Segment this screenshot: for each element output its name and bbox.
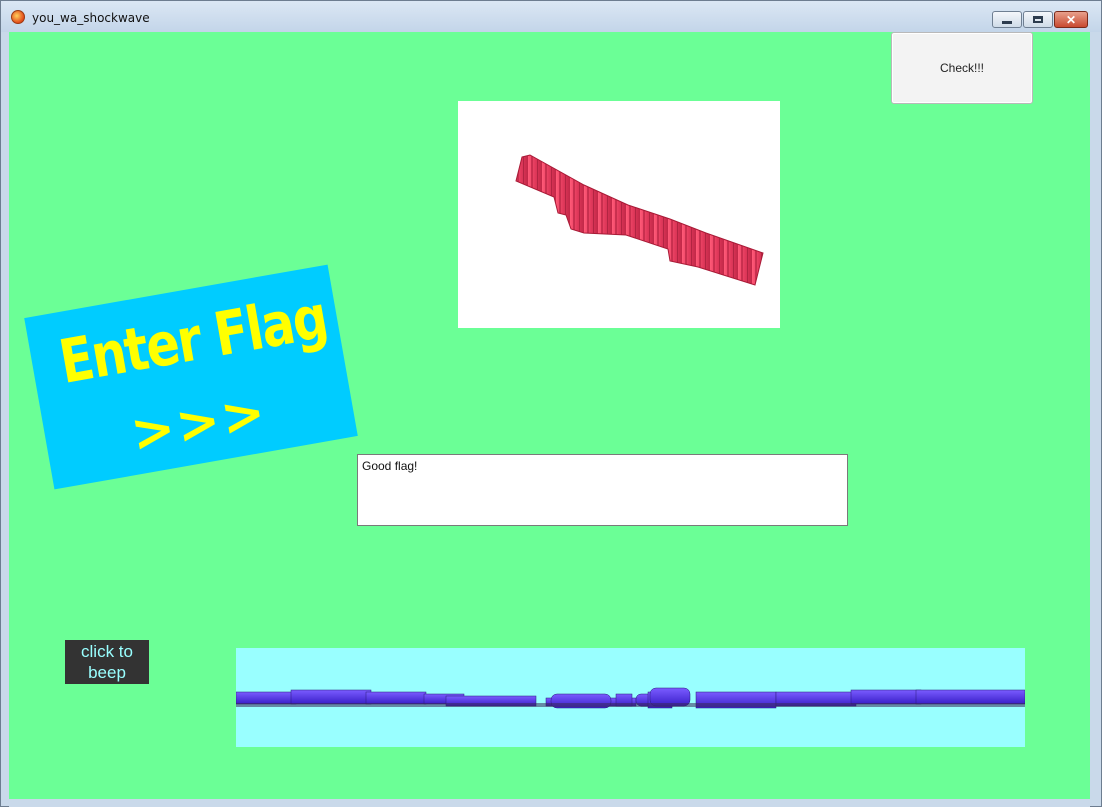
close-button[interactable]: ✕	[1054, 11, 1088, 28]
minimize-button[interactable]	[992, 11, 1022, 28]
title-bar[interactable]: you_wa_shockwave ✕	[1, 1, 1101, 32]
beep-label-line2: beep	[88, 663, 126, 682]
window-title: you_wa_shockwave	[32, 11, 150, 25]
blue-3d-text-strip	[236, 648, 1025, 747]
beep-button[interactable]: click to beep	[65, 640, 149, 684]
maximize-button[interactable]	[1023, 11, 1053, 28]
app-window: you_wa_shockwave ✕ Check!!! Enter Flag >…	[0, 0, 1102, 807]
enter-flag-banner: Enter Flag >>>	[24, 264, 358, 490]
shockwave-app-icon	[11, 10, 25, 24]
maximize-icon	[1024, 12, 1052, 27]
blue-3d-text-graphic	[236, 687, 1025, 709]
close-icon: ✕	[1065, 12, 1077, 27]
3d-sprite-viewport	[458, 101, 780, 328]
red-3d-sprite	[515, 154, 764, 286]
minimize-icon	[993, 12, 1021, 27]
flag-input-field[interactable]: Good flag!	[357, 454, 848, 526]
beep-label-line1: click to	[81, 642, 133, 661]
check-button[interactable]: Check!!!	[891, 32, 1033, 104]
window-bottom-frame	[9, 799, 1090, 807]
shockwave-stage: Check!!! Enter Flag >>> Good flag! click…	[9, 32, 1090, 799]
